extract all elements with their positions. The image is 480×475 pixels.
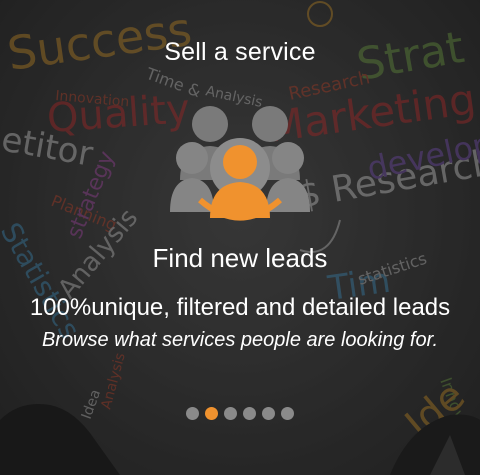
hero-slide: Success Quality Marketing $ Research dev…	[0, 0, 480, 475]
carousel-dot-3[interactable]	[224, 407, 237, 420]
carousel-dot-6[interactable]	[281, 407, 294, 420]
carousel-dot-4[interactable]	[243, 407, 256, 420]
person-silhouette-left	[0, 404, 120, 475]
slide-top-title: Sell a service	[164, 38, 316, 66]
slide-description: Browse what services people are looking …	[41, 329, 439, 351]
user-group-icon	[170, 106, 310, 221]
carousel-dot-2[interactable]	[205, 407, 218, 420]
carousel-dot-1[interactable]	[186, 407, 199, 420]
carousel-pagination	[0, 407, 480, 420]
carousel-dot-5[interactable]	[262, 407, 275, 420]
slide-subheadline: 100%unique, filtered and detailed leads	[29, 294, 451, 321]
slide-headline: Find new leads	[152, 243, 328, 273]
